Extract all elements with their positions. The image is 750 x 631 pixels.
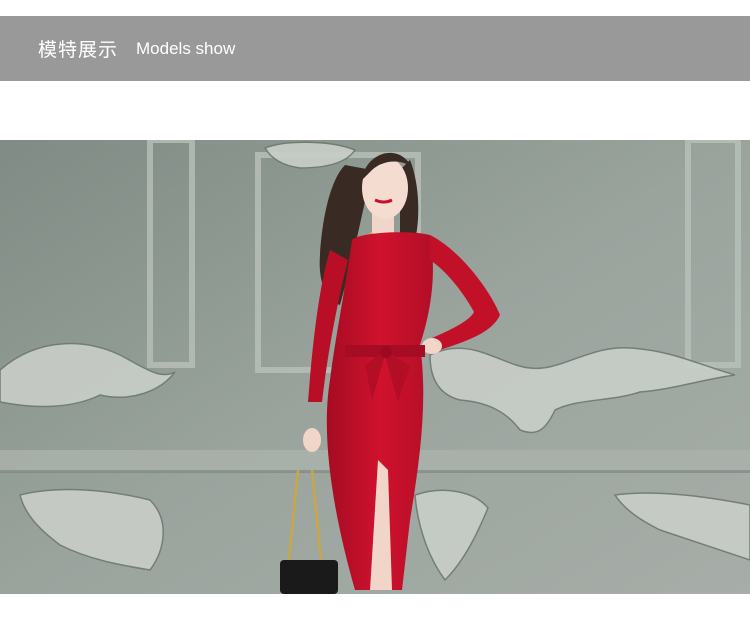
section-header-banner: 模特展示 Models show	[0, 16, 750, 81]
model-photo	[0, 140, 750, 594]
section-title-chinese: 模特展示	[38, 39, 119, 61]
model-photo-illustration	[0, 140, 750, 594]
section-title-english: Models show	[136, 38, 236, 58]
handbag	[280, 560, 338, 594]
